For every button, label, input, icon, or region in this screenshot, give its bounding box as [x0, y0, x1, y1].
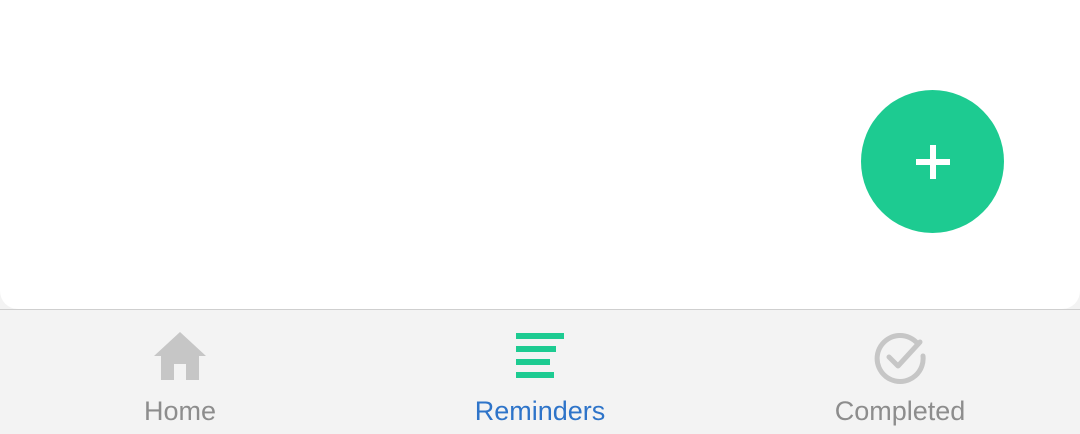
check-circle-icon: [872, 328, 928, 384]
nav-item-home[interactable]: Home: [0, 310, 360, 434]
nav-label-reminders: Reminders: [474, 396, 606, 426]
nav-label-home: Home: [143, 396, 217, 426]
list-icon: [512, 328, 568, 384]
nav-item-completed[interactable]: Completed: [720, 310, 1080, 434]
add-reminder-button[interactable]: [861, 90, 1004, 233]
nav-item-reminders[interactable]: Reminders: [360, 310, 720, 434]
nav-label-completed: Completed: [834, 396, 966, 426]
plus-icon: [915, 144, 950, 179]
bottom-navigation: Home Reminders Completed: [0, 310, 1080, 434]
content-area: [0, 0, 1080, 309]
home-icon: [152, 328, 208, 384]
